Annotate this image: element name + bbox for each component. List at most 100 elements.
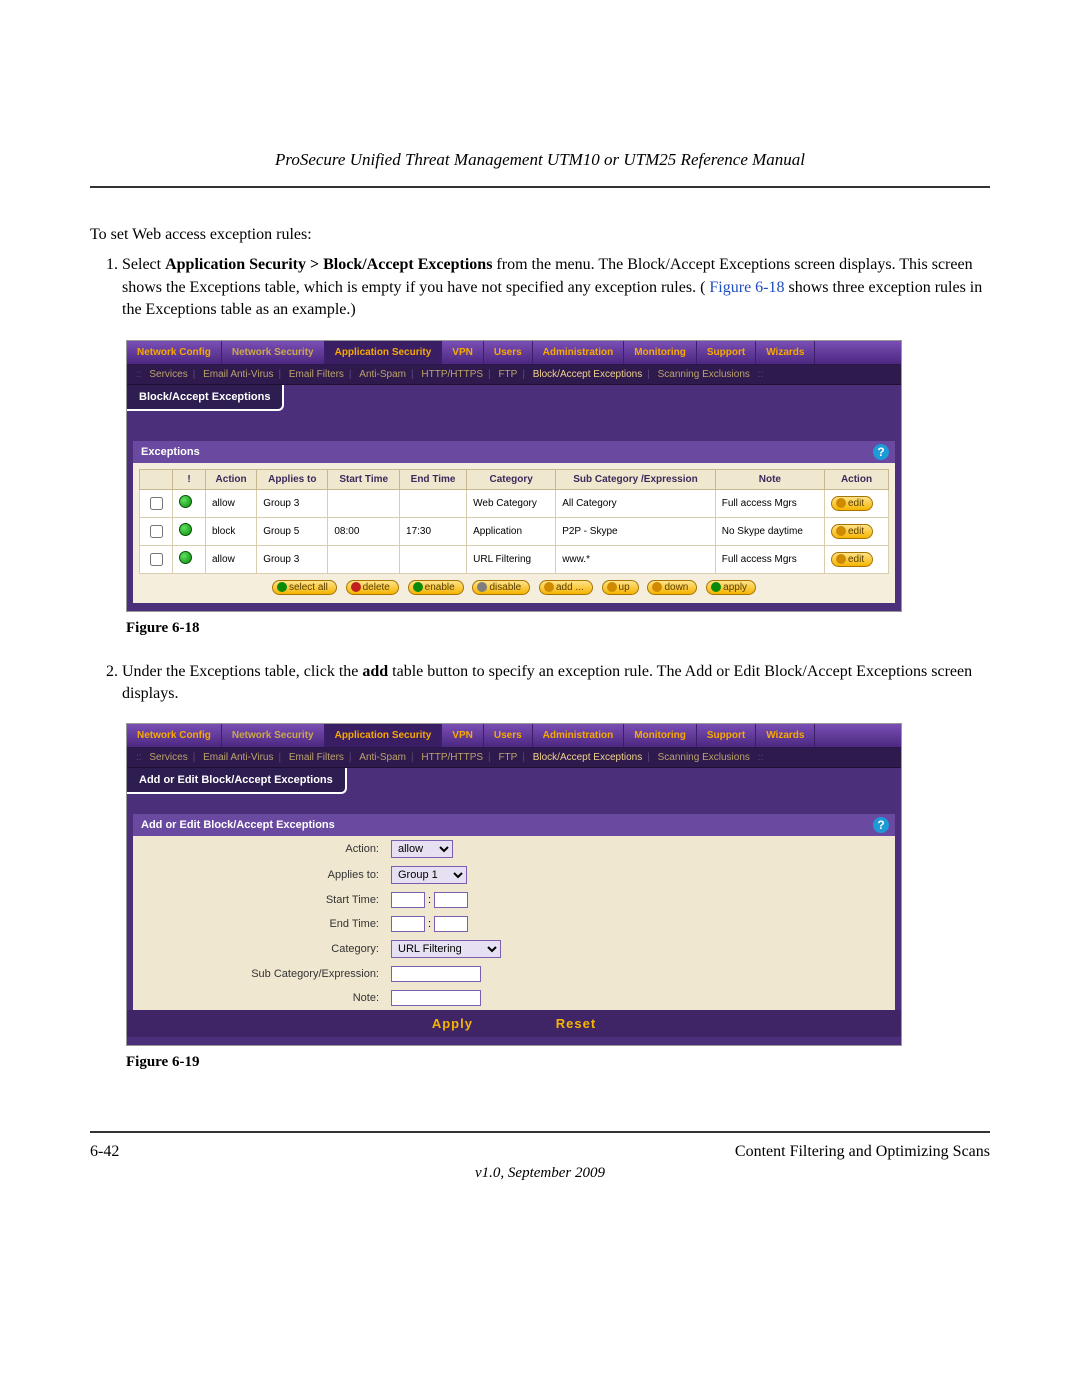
down-button[interactable]: down <box>647 580 697 595</box>
enable-button[interactable]: enable <box>408 580 464 595</box>
body-text: To set Web access exception rules: Selec… <box>90 224 990 322</box>
help-icon[interactable]: ? <box>873 444 889 460</box>
panel-header-exceptions: Exceptions ? <box>133 441 895 463</box>
tab-network-config[interactable]: Network Config <box>127 341 222 364</box>
subnav-scanning-excl[interactable]: Scanning Exclusions <box>658 752 750 763</box>
reset-button[interactable]: Reset <box>556 1016 596 1031</box>
fig-ref-6-18[interactable]: Figure 6-18 <box>709 279 784 296</box>
apply-button[interactable]: apply <box>706 580 756 595</box>
figure-6-18-caption: Figure 6-18 <box>126 620 990 637</box>
subnav-email-av[interactable]: Email Anti-Virus <box>203 369 273 380</box>
step-1: Select Application Security > Block/Acce… <box>122 254 990 321</box>
note-input[interactable] <box>391 990 481 1006</box>
tab-application-security[interactable]: Application Security <box>325 341 443 364</box>
main-nav: Network Config Network Security Applicat… <box>127 341 901 365</box>
edit-button[interactable]: edit <box>831 496 873 511</box>
figure-6-19-screenshot: Network Config Network Security Applicat… <box>126 723 902 1046</box>
page: ProSecure Unified Threat Management UTM1… <box>0 0 1080 1397</box>
subnav-scanning-excl[interactable]: Scanning Exclusions <box>658 369 750 380</box>
subnav-email-filters[interactable]: Email Filters <box>289 369 344 380</box>
subnav-anti-spam[interactable]: Anti-Spam <box>359 752 406 763</box>
subnav-email-filters[interactable]: Email Filters <box>289 752 344 763</box>
chapter-title: Content Filtering and Optimizing Scans <box>735 1143 990 1161</box>
page-tab-add-edit: Add or Edit Block/Accept Exceptions <box>127 768 347 794</box>
subnav-http[interactable]: HTTP/HTTPS <box>421 752 483 763</box>
tab-network-config[interactable]: Network Config <box>127 724 222 747</box>
tab-wizards[interactable]: Wizards <box>756 724 815 747</box>
up-button[interactable]: up <box>602 580 639 595</box>
main-nav-2: Network Config Network Security Applicat… <box>127 724 901 748</box>
tab-vpn[interactable]: VPN <box>442 724 484 747</box>
table-row: block Group 5 08:00 17:30 Application P2… <box>140 517 889 545</box>
tab-support[interactable]: Support <box>697 724 756 747</box>
subnav-ftp[interactable]: FTP <box>498 369 517 380</box>
select-all-button[interactable]: select all <box>272 580 337 595</box>
label-note: Note: <box>133 986 385 1010</box>
tab-network-security[interactable]: Network Security <box>222 724 325 747</box>
start-hour-input[interactable] <box>391 892 425 908</box>
table-row: allow Group 3 Web Category All Category … <box>140 489 889 517</box>
row-checkbox[interactable] <box>150 553 163 566</box>
subnav-block-accept[interactable]: Block/Accept Exceptions <box>533 752 643 763</box>
step-2: Under the Exceptions table, click the ad… <box>122 661 990 706</box>
subnav-services[interactable]: Services <box>149 369 187 380</box>
tab-wizards[interactable]: Wizards <box>756 341 815 364</box>
label-category: Category: <box>133 936 385 962</box>
label-end: End Time: <box>133 912 385 936</box>
status-dot-icon <box>179 551 192 564</box>
tab-monitoring[interactable]: Monitoring <box>624 341 697 364</box>
sub-nav-2: :: Services| Email Anti-Virus| Email Fil… <box>127 748 901 768</box>
start-min-input[interactable] <box>434 892 468 908</box>
tab-users[interactable]: Users <box>484 341 533 364</box>
subnav-services[interactable]: Services <box>149 752 187 763</box>
table-row: allow Group 3 URL Filtering www.* Full a… <box>140 545 889 573</box>
tab-monitoring[interactable]: Monitoring <box>624 724 697 747</box>
applies-select[interactable]: Group 1 <box>391 866 467 884</box>
help-icon[interactable]: ? <box>873 817 889 833</box>
tab-users[interactable]: Users <box>484 724 533 747</box>
step-list: Select Application Security > Block/Acce… <box>90 254 990 321</box>
delete-button[interactable]: delete <box>346 580 399 595</box>
exceptions-table: ! Action Applies to Start Time End Time … <box>139 469 889 574</box>
subnav-http[interactable]: HTTP/HTTPS <box>421 369 483 380</box>
end-hour-input[interactable] <box>391 916 425 932</box>
manual-header: ProSecure Unified Threat Management UTM1… <box>90 150 990 188</box>
form-submit-row: Apply Reset <box>127 1010 901 1037</box>
page-number: 6-42 <box>90 1143 119 1161</box>
action-select[interactable]: allow <box>391 840 453 858</box>
edit-button[interactable]: edit <box>831 524 873 539</box>
step-list-2: Under the Exceptions table, click the ad… <box>90 661 990 706</box>
label-start: Start Time: <box>133 888 385 912</box>
subnav-email-av[interactable]: Email Anti-Virus <box>203 752 273 763</box>
tab-application-security[interactable]: Application Security <box>325 724 443 747</box>
apply-button[interactable]: Apply <box>432 1016 473 1031</box>
subnav-ftp[interactable]: FTP <box>498 752 517 763</box>
intro-line: To set Web access exception rules: <box>90 224 990 246</box>
subnav-block-accept[interactable]: Block/Accept Exceptions <box>533 369 643 380</box>
add-edit-form: Action: allow Applies to: Gr <box>133 836 895 1010</box>
row-checkbox[interactable] <box>150 525 163 538</box>
tab-support[interactable]: Support <box>697 341 756 364</box>
table-button-row: select all delete enable disable add ...… <box>139 574 889 597</box>
figure-6-19-caption: Figure 6-19 <box>126 1054 990 1071</box>
add-button[interactable]: add ... <box>539 580 593 595</box>
category-select[interactable]: URL Filtering <box>391 940 501 958</box>
label-action: Action: <box>133 836 385 862</box>
tab-administration[interactable]: Administration <box>533 724 625 747</box>
status-dot-icon <box>179 495 192 508</box>
tab-vpn[interactable]: VPN <box>442 341 484 364</box>
sub-nav: :: Services| Email Anti-Virus| Email Fil… <box>127 365 901 385</box>
row-checkbox[interactable] <box>150 497 163 510</box>
figure-6-18-screenshot: Network Config Network Security Applicat… <box>126 340 902 612</box>
tab-network-security[interactable]: Network Security <box>222 341 325 364</box>
label-subcat: Sub Category/Expression: <box>133 962 385 986</box>
panel-header-add-edit: Add or Edit Block/Accept Exceptions ? <box>133 814 895 836</box>
version-line: v1.0, September 2009 <box>90 1165 990 1182</box>
page-tab-block-accept: Block/Accept Exceptions <box>127 385 284 411</box>
subcat-input[interactable] <box>391 966 481 982</box>
tab-administration[interactable]: Administration <box>533 341 625 364</box>
disable-button[interactable]: disable <box>472 580 530 595</box>
edit-button[interactable]: edit <box>831 552 873 567</box>
subnav-anti-spam[interactable]: Anti-Spam <box>359 369 406 380</box>
end-min-input[interactable] <box>434 916 468 932</box>
